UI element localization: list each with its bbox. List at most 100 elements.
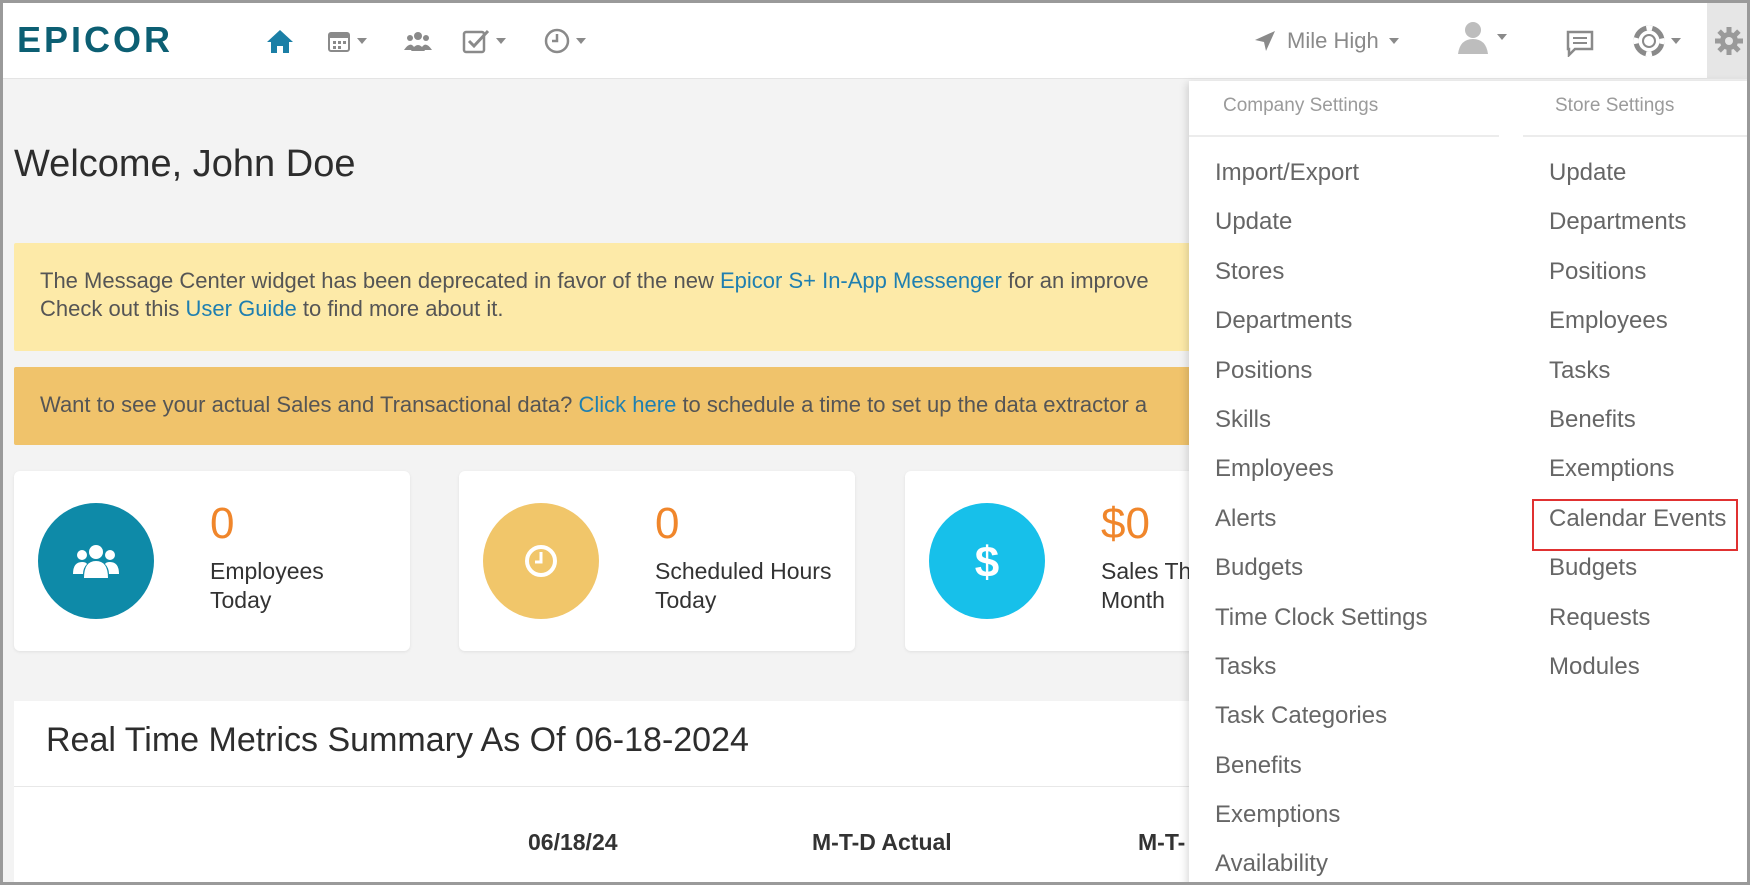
user-avatar-icon [1458,22,1488,54]
menu-item-employees[interactable]: Employees [1215,444,1499,493]
alert-text: for an improve [1001,268,1149,293]
alert-text: to schedule a time to set up the data ex… [676,392,1148,417]
stat-value: 0 [210,499,235,548]
stat-label-line: Scheduled Hours [655,558,832,584]
menu-item-task-categories[interactable]: Task Categories [1215,691,1499,740]
stat-label-line: Today [655,587,717,613]
svg-text:$: $ [975,538,999,585]
store-settings-list: Update Departments Positions Employees T… [1523,137,1747,691]
menu-item-benefits[interactable]: Benefits [1549,395,1747,444]
menu-item-employees[interactable]: Employees [1549,296,1747,345]
help-menu[interactable] [1633,25,1681,57]
team-menu[interactable] [404,25,432,57]
menu-item-time-clock-settings[interactable]: Time Clock Settings [1215,593,1499,642]
dollar-icon: $ [975,538,999,585]
location-name: Mile High [1287,28,1379,53]
menu-item-requests[interactable]: Requests [1549,593,1747,642]
user-guide-link[interactable]: User Guide [186,296,297,321]
stat-value: $0 [1101,499,1150,548]
svg-text:EPICOR: EPICOR [17,19,173,59]
menu-item-import-export[interactable]: Import/Export [1215,148,1499,197]
home-icon [267,30,293,53]
menu-item-availability[interactable]: Availability [1215,839,1499,882]
clock-icon [544,28,570,54]
menu-item-tasks[interactable]: Tasks [1215,642,1499,691]
column-header: 06/18/24 [528,829,618,855]
menu-item-departments[interactable]: Departments [1549,197,1747,246]
menu-item-exemptions[interactable]: Exemptions [1215,790,1499,839]
metrics-summary-panel: Real Time Metrics Summary As Of 06-18-20… [14,701,1314,882]
messages-button[interactable] [1565,27,1595,59]
alert-line-2: Check out this User Guide to find more a… [40,295,1288,323]
menu-item-positions[interactable]: Positions [1549,247,1747,296]
data-extractor-alert: Want to see your actual Sales and Transa… [14,367,1314,445]
chevron-down-icon [496,38,506,44]
calendar-menu[interactable] [327,25,367,57]
settings-dropdown: Company Settings Import/Export Update St… [1189,81,1747,882]
click-here-link[interactable]: Click here [579,392,677,417]
alert-text: Check out this [40,296,186,321]
menu-item-exemptions[interactable]: Exemptions [1549,444,1747,493]
chevron-down-icon [357,38,367,44]
app-window: EPICOR Mile High Welcome, John Doe The M… [0,0,1750,885]
stat-label-line: Today [210,587,272,613]
stat-icon-circle [483,503,599,619]
store-settings-column: Store Settings Update Departments Positi… [1523,81,1747,691]
chevron-down-icon [1388,38,1399,44]
menu-item-stores[interactable]: Stores [1215,247,1499,296]
stat-label: Employees Today [210,557,400,615]
company-settings-column: Company Settings Import/Export Update St… [1189,81,1499,882]
company-settings-list: Import/Export Update Stores Departments … [1189,137,1499,882]
divider [14,786,1314,787]
menu-item-tasks[interactable]: Tasks [1549,346,1747,395]
location-arrow-icon [1255,31,1275,51]
scheduled-hours-card[interactable]: 0 Scheduled Hours Today [459,471,855,651]
menu-item-update[interactable]: Update [1215,197,1499,246]
tasks-menu[interactable] [462,25,506,57]
tasks-icon [462,29,490,54]
location-selector[interactable]: Mile High [1253,23,1399,59]
alert-text: to find more about it. [296,296,504,321]
calendar-icon [328,32,350,52]
user-menu[interactable] [1455,21,1507,54]
menu-item-update[interactable]: Update [1549,148,1747,197]
menu-item-benefits[interactable]: Benefits [1215,741,1499,790]
highlight-annotation [1532,499,1738,551]
team-icon [404,32,432,51]
menu-item-positions[interactable]: Positions [1215,346,1499,395]
alert-line-1: The Message Center widget has been depre… [40,267,1288,295]
menu-item-alerts[interactable]: Alerts [1215,494,1499,543]
clock-menu[interactable] [544,25,586,57]
epicor-logo[interactable]: EPICOR [17,19,213,59]
message-center-alert: The Message Center widget has been depre… [14,243,1314,351]
settings-button[interactable] [1707,3,1747,79]
top-navbar: EPICOR Mile High [3,3,1747,79]
gear-icon [1714,27,1743,55]
in-app-messenger-link[interactable]: Epicor S+ In-App Messenger [720,268,1002,293]
home-button[interactable] [265,25,295,57]
metrics-title: Real Time Metrics Summary As Of 06-18-20… [46,721,749,759]
stat-label-line: Employees [210,558,324,584]
menu-item-modules[interactable]: Modules [1549,642,1747,691]
stat-icon-circle [38,503,154,619]
clock-icon [525,545,557,577]
stat-label: Scheduled Hours Today [655,557,845,615]
chevron-down-icon [1671,38,1681,44]
chat-icon [1566,30,1594,57]
lifebuoy-icon [1633,25,1665,57]
column-header: M-T-D Actual [812,829,952,855]
chevron-down-icon [1497,34,1507,40]
menu-item-departments[interactable]: Departments [1215,296,1499,345]
stat-icon-circle: $ [929,503,1045,619]
chevron-down-icon [576,38,586,44]
stat-value: 0 [655,499,680,548]
team-icon [73,545,119,578]
alert-text: Want to see your actual Sales and Transa… [40,392,579,417]
store-settings-header: Store Settings [1523,81,1747,137]
employees-today-card[interactable]: 0 Employees Today [14,471,410,651]
page-title: Welcome, John Doe [14,143,356,185]
menu-item-skills[interactable]: Skills [1215,395,1499,444]
company-settings-header: Company Settings [1189,81,1499,137]
column-header: M-T- [1138,829,1186,855]
menu-item-budgets[interactable]: Budgets [1215,543,1499,592]
